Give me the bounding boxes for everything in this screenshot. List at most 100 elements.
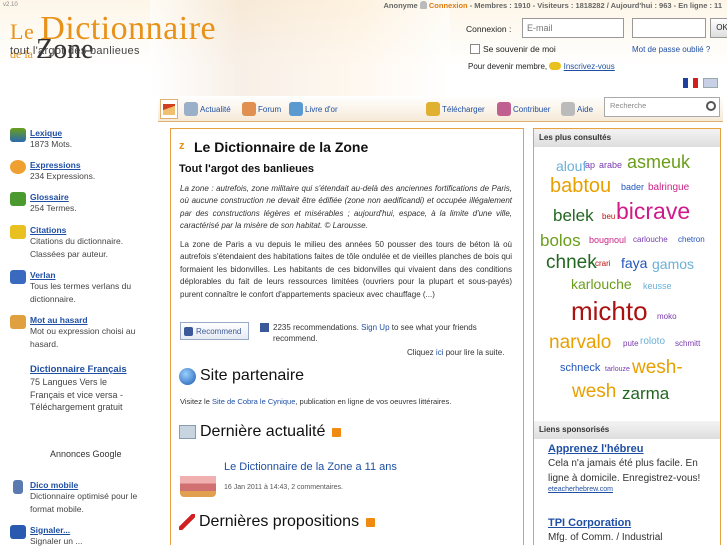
tag-chnek[interactable]: chnek <box>546 253 597 272</box>
nav-livre-dor-label: Livre d'or <box>305 104 338 114</box>
forum-icon <box>242 102 256 116</box>
search-icon[interactable] <box>706 101 716 111</box>
tag-roloto[interactable]: roloto <box>640 337 665 347</box>
language-flags <box>681 78 718 90</box>
google-ads-label[interactable]: Annonces Google <box>50 449 122 459</box>
nav-telecharger[interactable]: Télécharger <box>426 100 485 118</box>
tag-tarlouze[interactable]: tarlouze <box>605 366 630 373</box>
tag-asmeuk[interactable]: asmeuk <box>627 153 690 171</box>
sidebar-desc: Mot ou expression choisi au hasard. <box>30 326 136 349</box>
sidebar-title[interactable]: Citations <box>30 225 158 235</box>
tag-wesh[interactable]: wesh <box>572 382 616 401</box>
tag-alouf[interactable]: alouf <box>556 159 586 173</box>
nav-actualite[interactable]: Actualité <box>184 100 231 118</box>
sidebar-item-verlan[interactable]: Verlan Tous les termes verlans du dictio… <box>10 270 158 305</box>
tag-ap[interactable]: ap <box>585 161 595 170</box>
tag-carlouche[interactable]: carlouche <box>633 236 668 244</box>
sidebar-item-expressions[interactable]: Expressions 234 Expressions. <box>10 160 158 183</box>
tag-narvalo[interactable]: narvalo <box>549 333 611 352</box>
anonyme-label: Anonyme <box>383 1 418 10</box>
sidebar-title[interactable]: Mot au hasard <box>30 315 158 325</box>
sidebar-desc: 1873 Mots. <box>30 139 73 149</box>
sidebar-desc: 254 Termes. <box>30 203 77 213</box>
birthday-cake-icon <box>180 467 216 497</box>
tag-arabe[interactable]: arabe <box>599 161 622 170</box>
contribute-icon <box>497 102 511 116</box>
tag-schneck[interactable]: schneck <box>560 363 600 374</box>
tag-balringue[interactable]: balringue <box>648 183 689 193</box>
tag-pute[interactable]: pute <box>623 340 639 348</box>
sidebar-title[interactable]: Glossaire <box>30 192 158 202</box>
sidebar-item-citations[interactable]: Citations Citations du dictionnaire. Cla… <box>10 225 158 260</box>
tag-michto[interactable]: michto <box>571 298 648 324</box>
tag-crari[interactable]: crari <box>595 260 611 268</box>
tag-moko[interactable]: moko <box>657 313 677 321</box>
ici-link[interactable]: ici <box>436 348 444 357</box>
tag-karlouche[interactable]: karlouche <box>571 277 632 291</box>
tag-belek[interactable]: belek <box>553 207 594 224</box>
tag-bader[interactable]: bader <box>621 183 644 192</box>
tag-bolos[interactable]: bolos <box>540 232 581 249</box>
tag-gamos[interactable]: gamos <box>652 257 694 271</box>
nav-forum[interactable]: Forum <box>242 100 281 118</box>
nav-livre-dor[interactable]: Livre d'or <box>289 100 338 118</box>
sponsor-ad-2[interactable]: TPI Corporation Mfg. of Comm. / Industri… <box>548 517 718 546</box>
sidebar-item-lexique[interactable]: Lexique 1873 Mots. <box>10 128 158 151</box>
sidebar-item-signaler[interactable]: Signaler... Signaler un ... <box>10 525 158 548</box>
password-input[interactable] <box>632 18 706 38</box>
tag-babtou[interactable]: babtou <box>550 176 611 196</box>
sidebar-desc: Tous les termes verlans du dictionnaire. <box>30 281 132 304</box>
ad-title[interactable]: Apprenez l'hébreu <box>548 443 718 455</box>
french-flag-icon[interactable] <box>683 78 698 88</box>
sidebar-title[interactable]: Lexique <box>30 128 158 138</box>
forgot-password-link[interactable]: Mot de passe oublié ? <box>632 45 710 54</box>
user-icon <box>419 1 427 9</box>
tag-bicrave[interactable]: bicrave <box>616 200 690 223</box>
tag-faya[interactable]: faya <box>621 256 647 270</box>
sidebar-title[interactable]: Signaler... <box>30 525 158 535</box>
remember-checkbox[interactable] <box>470 44 480 54</box>
home-button[interactable] <box>160 99 178 119</box>
tag-bougnoul[interactable]: bougnoul <box>589 236 626 245</box>
intro-paragraph: La zone de Paris a vu depuis le milieu d… <box>180 240 512 299</box>
tag-schmitt[interactable]: schmitt <box>675 340 700 348</box>
tag-wesh[interactable]: wesh- <box>632 358 683 377</box>
tag-zarma[interactable]: zarma <box>622 385 669 402</box>
news-item-link[interactable]: Le Dictionnaire de la Zone a 11 ans <box>224 461 397 473</box>
partner-link[interactable]: Site de Cobra le Cynique <box>212 397 295 406</box>
register-link[interactable]: Inscrivez-vous <box>564 62 615 71</box>
sidebar-item-dico-mobile[interactable]: Dico mobile Dictionnaire optimisé pour l… <box>10 480 158 515</box>
sponsor-ad-1[interactable]: Apprenez l'hébreu Cela n'a jamais été pl… <box>548 443 718 493</box>
sidebar-item-glossaire[interactable]: Glossaire 254 Termes. <box>10 192 158 215</box>
newspaper-icon <box>184 102 198 116</box>
glossaire-icon <box>10 192 26 206</box>
nav-contribuer[interactable]: Contribuer <box>497 100 550 118</box>
sidebar-title[interactable]: Verlan <box>30 270 158 280</box>
sidebar-ad-title[interactable]: Dictionnaire Français <box>30 363 130 376</box>
connexion-link[interactable]: Connexion <box>429 1 468 10</box>
english-flag-icon[interactable] <box>702 78 718 88</box>
signup-link[interactable]: Sign Up <box>361 323 389 332</box>
read-more-line: Cliquez ici pour lire la suite. <box>407 348 504 357</box>
tag-chetron[interactable]: chetron <box>678 236 705 244</box>
ok-button[interactable]: OK <box>710 18 727 38</box>
tag-beu[interactable]: beu <box>602 213 615 221</box>
sidebar-title[interactable]: Expressions <box>30 160 158 170</box>
ad-url[interactable]: eteacherhebrew.com <box>548 486 718 493</box>
rss-icon[interactable] <box>332 427 342 437</box>
nav-aide[interactable]: Aide <box>561 100 593 118</box>
main-content: z Le Dictionnaire de la Zone Tout l'argo… <box>170 128 524 545</box>
cloud-header: Les plus consultés <box>534 129 720 147</box>
tag-keusse[interactable]: keusse <box>643 282 672 291</box>
sidebar-title[interactable]: Dico mobile <box>30 480 158 490</box>
recommend-button[interactable]: Recommend <box>180 322 249 340</box>
ad-title[interactable]: TPI Corporation <box>548 517 718 529</box>
sidebar-ad[interactable]: Dictionnaire Français 75 Langues Vers le… <box>10 363 130 459</box>
thumbs-up-icon <box>184 326 193 336</box>
email-input[interactable] <box>522 18 624 38</box>
rss-icon[interactable] <box>366 517 376 527</box>
facebook-icon <box>260 323 269 332</box>
sidebar-desc: Citations du dictionnaire. Classées par … <box>30 236 124 259</box>
sidebar-item-mot-au-hasard[interactable]: Mot au hasard Mot ou expression choisi a… <box>10 315 158 350</box>
search-input[interactable]: Recherche <box>604 97 720 117</box>
